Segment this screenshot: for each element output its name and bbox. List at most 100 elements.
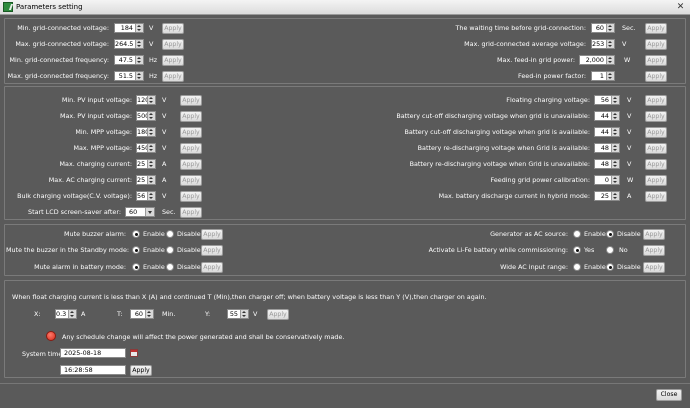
spinner-icon[interactable] (611, 176, 619, 184)
apply-button[interactable]: Apply (643, 262, 665, 273)
spinner-icon[interactable] (606, 40, 614, 48)
min-grid-frequency-input[interactable]: 47.5 (114, 55, 144, 65)
apply-button[interactable]: Apply (645, 143, 667, 154)
generator-enable-radio[interactable] (573, 230, 581, 238)
apply-button[interactable]: Apply (645, 127, 667, 138)
apply-button[interactable]: Apply (267, 309, 289, 320)
apply-button[interactable]: Apply (643, 229, 665, 240)
spinner-icon[interactable] (135, 56, 143, 64)
apply-button[interactable]: Apply (645, 55, 667, 66)
spinner-icon[interactable] (611, 160, 619, 168)
system-date-field[interactable]: 2025-08-18 (60, 348, 126, 358)
spinner-icon[interactable] (606, 56, 614, 64)
spinner-icon[interactable] (147, 160, 155, 168)
mute-battery-disable-radio[interactable] (166, 263, 174, 271)
bulk-charging-voltage-input[interactable]: 56 (136, 191, 156, 201)
apply-button[interactable]: Apply (645, 111, 667, 122)
apply-button[interactable]: Apply (180, 159, 202, 170)
spinner-icon[interactable] (147, 144, 155, 152)
power-factor-input[interactable]: 1 (591, 71, 615, 81)
apply-button[interactable]: Apply (180, 191, 202, 202)
apply-button[interactable]: Apply (162, 23, 184, 34)
max-discharge-current-input[interactable]: 25 (594, 191, 620, 201)
max-ac-charging-current-input[interactable]: 25 (136, 175, 156, 185)
system-time-field[interactable]: 16:28:58 (60, 365, 126, 375)
redischarge-voltage-grid-unavailable-input[interactable]: 48 (594, 159, 620, 169)
grid-wait-time-input[interactable]: 60 (591, 23, 615, 33)
spinner-icon[interactable] (611, 192, 619, 200)
screensaver-select[interactable]: 60 (125, 207, 155, 217)
spinner-icon[interactable] (611, 128, 619, 136)
cutoff-voltage-grid-available-input[interactable]: 44 (594, 127, 620, 137)
spinner-icon[interactable] (611, 112, 619, 120)
mute-standby-disable-radio[interactable] (166, 246, 174, 254)
max-charging-current-input[interactable]: 25 (136, 159, 156, 169)
apply-button[interactable]: Apply (201, 245, 223, 256)
close-button[interactable]: Close (656, 389, 682, 401)
apply-button[interactable]: Apply (643, 245, 665, 256)
spinner-icon[interactable] (135, 24, 143, 32)
apply-button[interactable]: Apply (180, 127, 202, 138)
apply-system-time-button[interactable]: Apply (130, 365, 152, 376)
mute-standby-enable-radio[interactable] (132, 246, 140, 254)
feeding-calibration-input[interactable]: 0 (594, 175, 620, 185)
max-feed-in-power-input[interactable]: 2,000 (579, 55, 615, 65)
li-fe-no-radio[interactable] (606, 246, 614, 254)
apply-button[interactable]: Apply (645, 23, 667, 34)
min-pv-voltage-input[interactable]: 120 (136, 95, 156, 105)
float-current-x-input[interactable]: 0.3 (55, 309, 77, 319)
spinner-icon[interactable] (611, 144, 619, 152)
spinner-icon[interactable] (68, 310, 76, 318)
spinner-icon[interactable] (147, 192, 155, 200)
spinner-icon[interactable] (606, 72, 614, 80)
spinner-icon[interactable] (147, 112, 155, 120)
apply-button[interactable]: Apply (180, 111, 202, 122)
max-mpp-voltage-input[interactable]: 450 (136, 143, 156, 153)
spinner-icon[interactable] (147, 176, 155, 184)
mute-battery-enable-radio[interactable] (132, 263, 140, 271)
cutoff-voltage-grid-unavailable-input[interactable]: 44 (594, 111, 620, 121)
float-time-t-input[interactable]: 60 (130, 309, 154, 319)
wide-ac-disable-radio[interactable] (606, 263, 614, 271)
spinner-icon[interactable] (240, 310, 248, 318)
apply-button[interactable]: Apply (645, 39, 667, 50)
apply-button[interactable]: Apply (162, 71, 184, 82)
generator-disable-radio[interactable] (606, 230, 614, 238)
apply-button[interactable]: Apply (645, 191, 667, 202)
apply-button[interactable]: Apply (645, 175, 667, 186)
spinner-icon[interactable] (135, 40, 143, 48)
spinner-icon[interactable] (147, 128, 155, 136)
close-icon[interactable]: ✕ (674, 1, 687, 13)
chevron-down-icon[interactable] (145, 208, 154, 216)
apply-button[interactable]: Apply (645, 95, 667, 106)
li-fe-yes-radio[interactable] (573, 246, 581, 254)
mute-buzzer-disable-radio[interactable] (166, 230, 174, 238)
mute-buzzer-enable-radio[interactable] (132, 230, 140, 238)
calendar-icon[interactable] (130, 349, 138, 357)
redischarge-voltage-grid-available-input[interactable]: 48 (594, 143, 620, 153)
max-grid-frequency-input[interactable]: 51.5 (114, 71, 144, 81)
max-avg-voltage-input[interactable]: 253 (591, 39, 615, 49)
apply-button[interactable]: Apply (180, 207, 202, 218)
spinner-icon[interactable] (606, 24, 614, 32)
apply-button[interactable]: Apply (162, 55, 184, 66)
spinner-icon[interactable] (147, 96, 155, 104)
min-grid-voltage-input[interactable]: 184 (114, 23, 144, 33)
wide-ac-enable-radio[interactable] (573, 263, 581, 271)
spinner-icon[interactable] (611, 96, 619, 104)
floating-voltage-input[interactable]: 56 (594, 95, 620, 105)
apply-button[interactable]: Apply (645, 159, 667, 170)
apply-button[interactable]: Apply (201, 262, 223, 273)
apply-button[interactable]: Apply (201, 229, 223, 240)
max-grid-voltage-input[interactable]: 264.5 (114, 39, 144, 49)
apply-button[interactable]: Apply (645, 71, 667, 82)
max-pv-voltage-input[interactable]: 500 (136, 111, 156, 121)
spinner-icon[interactable] (135, 72, 143, 80)
min-mpp-voltage-input[interactable]: 180 (136, 127, 156, 137)
apply-button[interactable]: Apply (180, 95, 202, 106)
float-voltage-y-input[interactable]: 55 (227, 309, 249, 319)
spinner-icon[interactable] (145, 310, 153, 318)
apply-button[interactable]: Apply (180, 175, 202, 186)
apply-button[interactable]: Apply (180, 143, 202, 154)
apply-button[interactable]: Apply (162, 39, 184, 50)
